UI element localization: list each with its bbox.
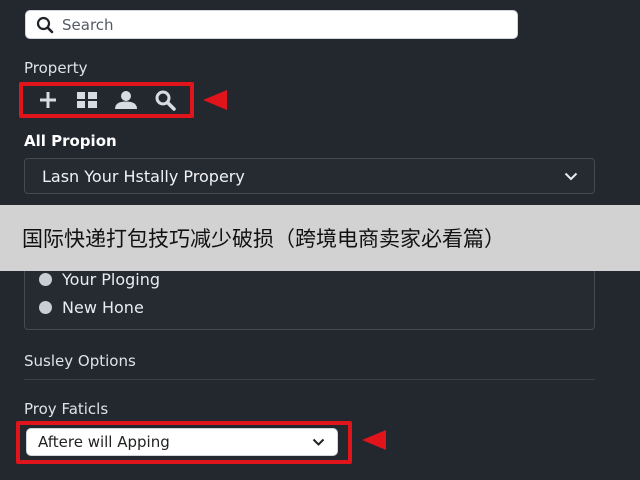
proy-faticls-label: Proy Faticls	[24, 400, 109, 418]
search-icon	[155, 90, 176, 111]
proy-selected-value: Aftere will Apping	[38, 433, 170, 451]
caption-banner: 国际快递打包技巧减少破损（跨境电商卖家必看篇）	[0, 205, 640, 271]
search-bar[interactable]	[25, 10, 518, 39]
all-propion-select[interactable]: Lasn Your Hstally Propery	[24, 158, 595, 194]
pointer-arrow-icon	[362, 430, 386, 450]
search-input[interactable]	[62, 15, 502, 34]
property-toolbar	[19, 82, 194, 118]
radio-dot	[39, 273, 52, 286]
proy-faticls-select[interactable]: Aftere will Apping	[26, 428, 338, 456]
section-divider	[24, 379, 595, 380]
pointer-arrow-icon	[203, 90, 227, 110]
radio-option-label: Your Ploging	[62, 270, 161, 289]
all-propion-label: All Propion	[24, 132, 117, 150]
user-button[interactable]	[113, 88, 139, 112]
chevron-down-icon	[564, 172, 578, 180]
add-button[interactable]	[35, 88, 61, 112]
radio-option-your-ploging[interactable]: Your Ploging	[39, 270, 160, 289]
radio-dot	[39, 301, 52, 314]
radio-option-new-hone[interactable]: New Hone	[39, 298, 144, 317]
search-tool-button[interactable]	[152, 88, 178, 112]
plus-icon	[40, 92, 57, 108]
chevron-down-icon	[312, 438, 325, 446]
property-label: Property	[24, 59, 88, 77]
grid-view-button[interactable]	[74, 88, 100, 112]
user-icon	[114, 91, 137, 109]
search-icon	[36, 16, 54, 33]
all-propion-selected-value: Lasn Your Hstally Propery	[42, 166, 245, 186]
radio-option-label: New Hone	[62, 298, 144, 317]
susley-options-label: Susley Options	[24, 352, 136, 370]
grid-icon	[77, 92, 98, 108]
